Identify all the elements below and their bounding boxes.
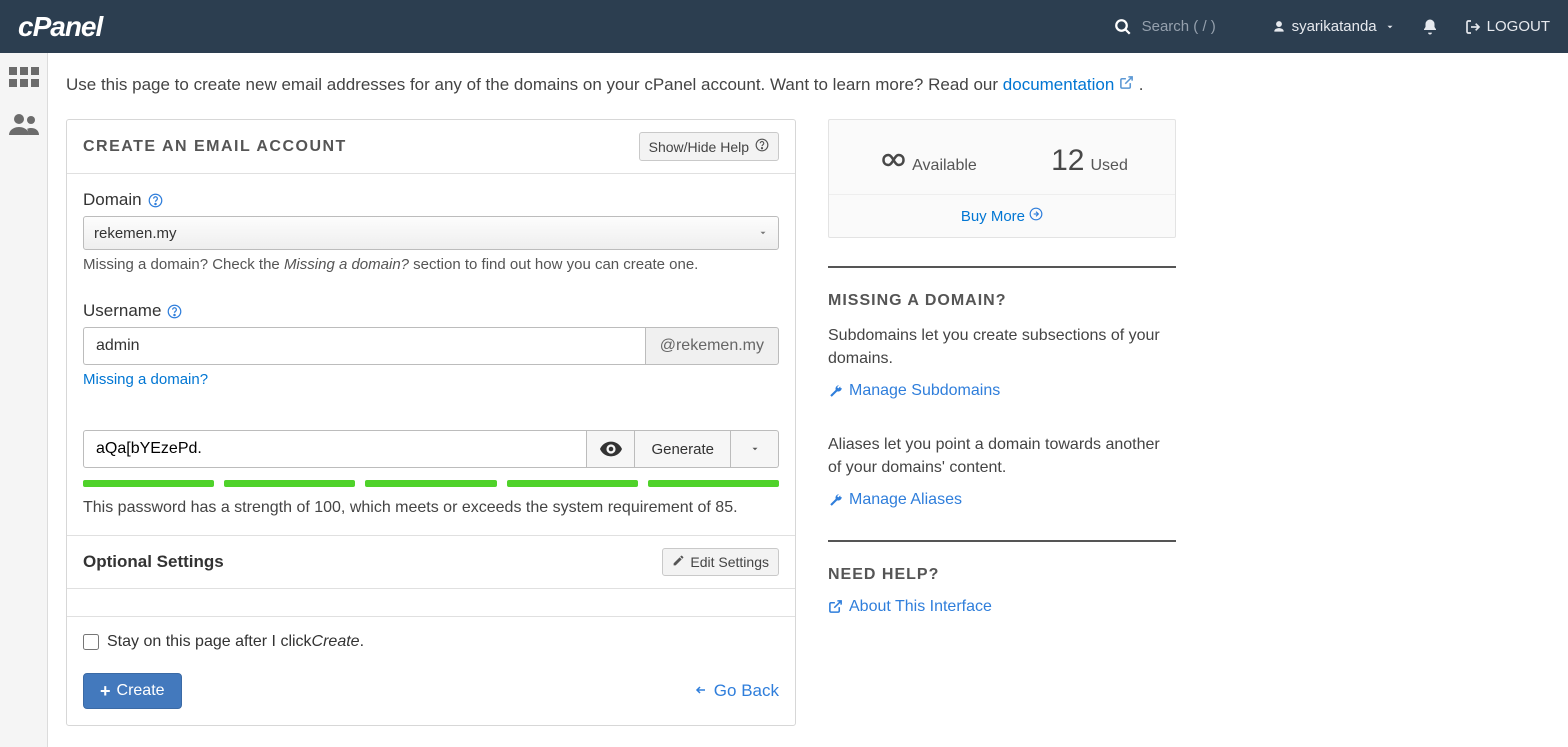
cpanel-logo[interactable]: cPanel <box>18 11 102 43</box>
missing-domain-text-1: Subdomains let you create subsections of… <box>828 324 1176 370</box>
generate-password-button[interactable]: Generate <box>635 430 731 468</box>
domain-missing-help: Missing a domain? Check the Missing a do… <box>83 256 779 273</box>
bell-icon <box>1421 18 1439 36</box>
missing-domain-title: MISSING A DOMAIN? <box>828 292 1176 310</box>
email-usage-stats: Available 12 Used Buy More <box>828 119 1176 238</box>
pencil-icon <box>672 554 685 570</box>
domain-select[interactable]: rekemen.my <box>83 216 779 250</box>
wrench-icon <box>828 384 843 399</box>
domain-selected-value: rekemen.my <box>94 225 177 242</box>
external-link-icon <box>1119 75 1139 94</box>
external-link-icon <box>828 599 843 614</box>
generate-password-options-button[interactable] <box>731 430 779 468</box>
used-value: 12 <box>1051 144 1084 178</box>
arrow-left-icon <box>693 681 714 700</box>
password-strength-text: This password has a strength of 100, whi… <box>83 499 779 517</box>
wrench-icon <box>828 493 843 508</box>
domain-help-icon[interactable] <box>148 193 163 208</box>
user-icon <box>1272 20 1286 34</box>
domain-label: Domain <box>83 190 142 210</box>
username-label: Username <box>83 301 161 321</box>
search-icon[interactable] <box>1114 18 1132 36</box>
username-input[interactable] <box>83 327 645 365</box>
manage-aliases-link[interactable]: Manage Aliases <box>828 491 962 509</box>
username-help-icon[interactable] <box>167 304 182 319</box>
user-menu-button[interactable]: syarikatanda <box>1272 18 1401 35</box>
logout-button[interactable]: LOGOUT <box>1465 18 1550 35</box>
show-hide-help-button[interactable]: Show/Hide Help <box>639 132 779 161</box>
question-icon <box>755 138 769 155</box>
used-label: Used <box>1090 157 1127 175</box>
documentation-link[interactable]: documentation <box>1003 75 1115 94</box>
go-back-link[interactable]: Go Back <box>693 681 779 701</box>
logout-label: LOGOUT <box>1487 18 1550 35</box>
missing-domain-text-2: Aliases let you point a domain towards a… <box>828 433 1176 479</box>
panel-title: CREATE AN EMAIL ACCOUNT <box>83 138 347 156</box>
stay-on-page-checkbox[interactable] <box>83 634 99 650</box>
password-strength-meter <box>83 480 779 487</box>
search-input[interactable] <box>1142 18 1252 35</box>
buy-more-link[interactable]: Buy More <box>961 208 1043 225</box>
need-help-title: NEED HELP? <box>828 566 1176 584</box>
toggle-password-visibility-button[interactable] <box>587 430 635 468</box>
edit-settings-button[interactable]: Edit Settings <box>662 548 779 576</box>
plus-icon: + <box>100 682 111 700</box>
intro-text: Use this page to create new email addres… <box>66 75 1550 95</box>
notifications-button[interactable] <box>1421 18 1445 36</box>
sidebar-home-icon[interactable] <box>9 67 39 95</box>
missing-domain-link[interactable]: Missing a domain? <box>83 371 208 388</box>
sidebar-users-icon[interactable] <box>8 113 40 139</box>
logout-icon <box>1465 19 1481 35</box>
manage-subdomains-link[interactable]: Manage Subdomains <box>828 382 1000 400</box>
about-interface-link[interactable]: About This Interface <box>828 598 992 616</box>
available-label: Available <box>912 157 977 175</box>
infinity-icon <box>876 144 906 178</box>
optional-settings-title: Optional Settings <box>83 552 224 572</box>
username-domain-suffix: @rekemen.my <box>645 327 779 365</box>
chevron-down-icon <box>758 225 768 242</box>
user-name: syarikatanda <box>1292 18 1377 35</box>
stay-on-page-label[interactable]: Stay on this page after I click Create. <box>83 633 364 651</box>
create-button[interactable]: + Create <box>83 673 182 709</box>
password-input[interactable] <box>83 430 587 468</box>
chevron-down-icon <box>1385 22 1395 32</box>
arrow-right-circle-icon <box>1029 208 1043 225</box>
